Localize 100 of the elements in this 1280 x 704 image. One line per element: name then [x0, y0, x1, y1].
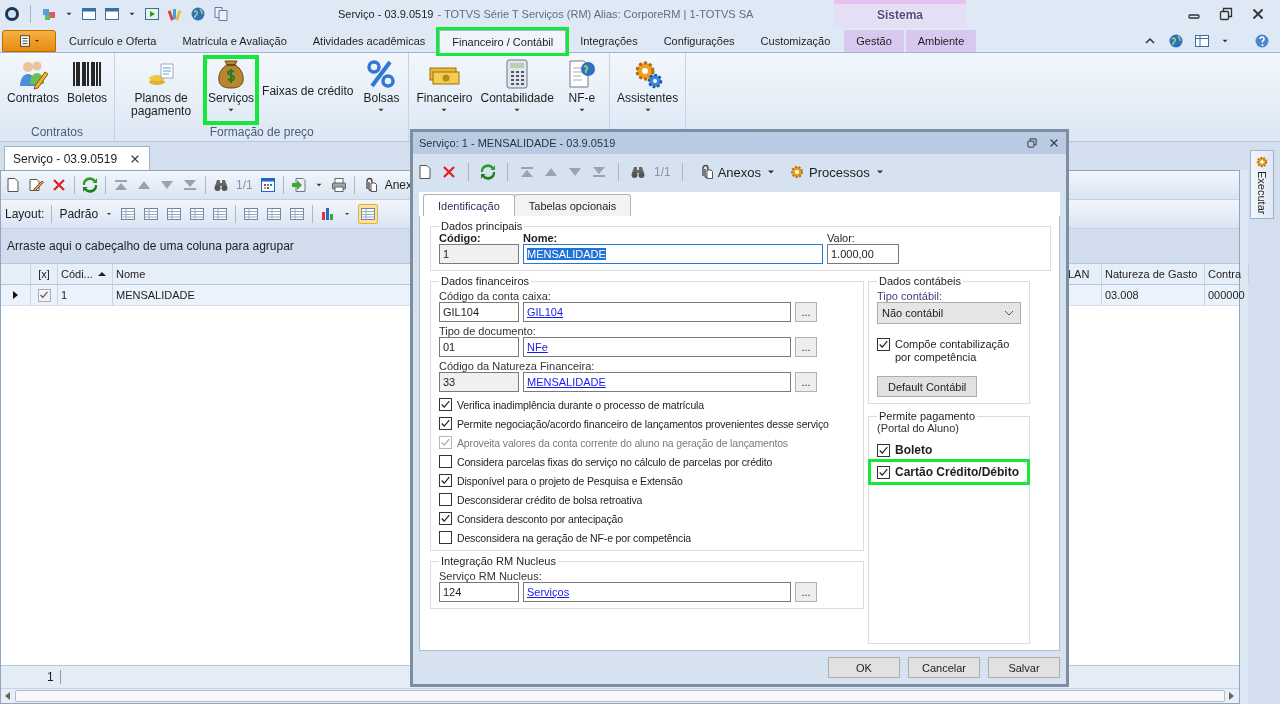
ribbon-button[interactable]: Boletos [64, 57, 111, 123]
ribbon-tab[interactable]: Atividades acadêmicas [300, 30, 438, 52]
ribbon-button[interactable]: Bolsas [358, 57, 405, 123]
play-icon[interactable] [144, 6, 160, 22]
binoculars-icon[interactable] [213, 177, 229, 193]
code-field[interactable]: 124 [439, 582, 519, 602]
dialog-button[interactable]: OK [828, 657, 900, 678]
browse-button[interactable]: ... [795, 582, 817, 602]
value-field[interactable]: 1.000,00 [827, 244, 899, 264]
table-icon[interactable] [212, 206, 229, 222]
export-icon[interactable] [290, 177, 307, 193]
ribbon-button[interactable]: Contabilidade [477, 57, 557, 123]
checkbox[interactable] [877, 443, 890, 457]
copy-icon[interactable] [213, 6, 229, 22]
scroll-right-icon[interactable] [1229, 692, 1235, 700]
lookup-field[interactable]: MENSALIDADE [523, 372, 791, 392]
checkbox[interactable] [439, 493, 452, 506]
ribbon-button[interactable]: Assistentes [613, 57, 682, 123]
checkbox[interactable] [37, 288, 51, 302]
lookup-field[interactable]: NFe [523, 337, 791, 357]
checkbox[interactable] [439, 398, 452, 411]
name-field[interactable]: MENSALIDADE [523, 244, 823, 264]
ribbon-button[interactable]: Financeiro [413, 57, 476, 123]
new-document-icon[interactable] [5, 177, 21, 193]
dialog-button[interactable]: Salvar [988, 657, 1060, 678]
delete-icon[interactable] [51, 177, 67, 193]
edit-document-icon[interactable] [28, 177, 44, 193]
delete-icon[interactable] [441, 164, 457, 180]
cubes-icon[interactable] [41, 6, 57, 22]
code-field[interactable]: GIL104 [439, 302, 519, 322]
ribbon-tab[interactable]: Gestão [844, 30, 904, 52]
column-header[interactable]: Códi... [58, 264, 113, 284]
table-icon[interactable] [289, 206, 306, 222]
refresh-icon[interactable] [82, 177, 98, 193]
horizontal-scrollbar[interactable] [1, 688, 1239, 703]
ribbon-tab[interactable]: Customização [748, 30, 843, 52]
ribbon-button[interactable]: NF-e [558, 57, 605, 123]
window-icon[interactable] [104, 6, 120, 22]
window-icon[interactable] [81, 6, 97, 22]
table-icon[interactable] [120, 206, 137, 222]
checkbox[interactable] [877, 338, 890, 351]
help-icon[interactable] [1254, 33, 1270, 49]
document-tab[interactable]: Serviço - 03.9.0519 [4, 146, 151, 170]
printer-icon[interactable] [330, 177, 347, 193]
layout-dropdown[interactable]: Padrão [59, 207, 99, 221]
checkbox[interactable] [877, 465, 890, 479]
refresh-icon[interactable] [480, 164, 496, 180]
ribbon-tab[interactable]: Ambiente [905, 30, 977, 52]
code-field[interactable]: 1 [439, 244, 519, 264]
lookup-field[interactable]: GIL104 [523, 302, 791, 322]
ribbon-button[interactable]: Contratos [4, 57, 63, 123]
ribbon-tab[interactable]: Configurações [651, 30, 747, 52]
globe-icon[interactable] [1168, 33, 1184, 49]
grid-icon[interactable] [259, 177, 276, 193]
side-tab[interactable]: Executar [1250, 150, 1274, 220]
scroll-left-icon[interactable] [5, 692, 11, 700]
dialog-button[interactable]: Cancelar [908, 657, 980, 678]
caret-icon[interactable] [105, 210, 114, 218]
ribbon-button[interactable]: Planos de pagamento [119, 57, 204, 123]
dropdown[interactable]: Não contábil [877, 302, 1021, 324]
caret-icon[interactable] [343, 210, 352, 218]
ribbon-tab[interactable]: Matrícula e Avaliação [170, 30, 299, 52]
column-header[interactable]: Natureza de Gasto [1102, 264, 1205, 284]
tab[interactable]: Tabelas opcionais [513, 194, 632, 216]
ribbon-tab[interactable]: Financeiro / Contábil [439, 30, 567, 53]
globe-icon[interactable] [190, 6, 206, 22]
table-icon[interactable] [243, 206, 260, 222]
table-icon[interactable] [189, 206, 206, 222]
ribbon-tab[interactable]: Currículo e Oferta [57, 30, 169, 52]
app-orb-icon[interactable] [4, 6, 20, 22]
binoculars-icon[interactable] [630, 164, 646, 180]
ribbon-button[interactable]: Serviços [205, 57, 258, 123]
close-icon[interactable] [1048, 137, 1060, 149]
browse-button[interactable]: ... [795, 302, 817, 322]
browse-button[interactable]: ... [795, 372, 817, 392]
palette-icon[interactable] [167, 6, 183, 22]
attachments-button[interactable]: Anexos [697, 164, 778, 180]
checkbox[interactable] [439, 531, 452, 544]
application-menu-button[interactable] [2, 30, 56, 52]
ribbon-button[interactable]: Faixas de crédito [259, 57, 357, 123]
processes-button[interactable]: Processos [789, 164, 886, 180]
table-icon[interactable] [266, 206, 283, 222]
table-icon[interactable] [166, 206, 183, 222]
column-header[interactable]: [x] [31, 264, 58, 284]
browse-button[interactable]: ... [795, 337, 817, 357]
checkbox[interactable] [439, 512, 452, 525]
checkbox[interactable] [439, 455, 452, 468]
tab[interactable]: Identificação [423, 194, 515, 216]
code-field[interactable]: 01 [439, 337, 519, 357]
new-document-icon[interactable] [417, 164, 433, 180]
default-accounting-button[interactable]: Default Contábil [877, 376, 978, 397]
code-field[interactable]: 33 [439, 372, 519, 392]
checkbox[interactable] [439, 417, 452, 430]
close-icon[interactable] [1250, 6, 1266, 22]
layout-icon[interactable] [1194, 33, 1210, 49]
restore-icon[interactable] [1218, 6, 1234, 22]
toggle-button[interactable] [358, 204, 379, 224]
table-icon[interactable] [143, 206, 160, 222]
checkbox[interactable] [439, 474, 452, 487]
ribbon-tab[interactable]: Integrações [568, 30, 650, 52]
